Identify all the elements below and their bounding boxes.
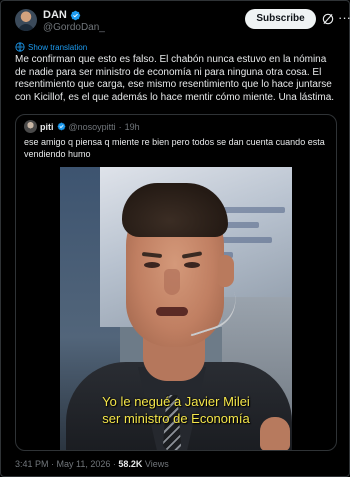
- more-options-button[interactable]: ···: [338, 11, 350, 25]
- author-avatar[interactable]: [15, 9, 37, 31]
- subscribe-button[interactable]: Subscribe: [245, 9, 316, 29]
- video-player[interactable]: Yo le negué a Javier Milei ser ministro …: [60, 167, 292, 450]
- author-handle[interactable]: @GordoDan_: [43, 22, 105, 34]
- person-eye-right: [184, 262, 200, 268]
- person-hair: [122, 183, 228, 237]
- video-caption-line-2: ser ministro de Economía: [102, 411, 250, 426]
- tweet-footer: 3:41 PM · May 11, 2026 · 58.2K Views: [15, 459, 169, 469]
- author-name-row: DAN: [43, 9, 105, 21]
- tweet-header: DAN @GordoDan_ Subscribe ···: [15, 9, 350, 39]
- quoted-author-avatar[interactable]: [24, 120, 37, 133]
- person-ear: [218, 255, 234, 287]
- quoted-verified-badge-icon: [57, 122, 65, 131]
- quoted-tweet[interactable]: piti @nosoypitti · 19h ese amigo q piens…: [15, 114, 337, 451]
- quoted-author-display-name[interactable]: piti: [40, 122, 54, 132]
- verified-badge-icon: [70, 10, 81, 20]
- person-nose: [164, 269, 180, 295]
- video-caption-line-1: Yo le negué a Javier Milei: [102, 394, 250, 409]
- tweet-timestamp[interactable]: 3:41 PM · May 11, 2026 ·: [15, 459, 118, 469]
- author-names: DAN @GordoDan_: [43, 9, 105, 34]
- quoted-tweet-header: piti @nosoypitti · 19h: [24, 120, 140, 133]
- person-eye-left: [144, 262, 160, 268]
- views-label: Views: [142, 459, 169, 469]
- quoted-timestamp[interactable]: 19h: [125, 122, 140, 132]
- author-display-name[interactable]: DAN: [43, 9, 67, 21]
- tweet-text: Me confirman que esto es falso. El chabó…: [15, 54, 335, 103]
- quoted-tweet-text: ese amigo q piensa q miente re bien pero…: [24, 137, 325, 159]
- quoted-author-handle[interactable]: @nosoypitti: [69, 122, 116, 132]
- quoted-separator: ·: [118, 121, 122, 132]
- show-translation-label: Show translation: [28, 42, 88, 52]
- show-translation-link[interactable]: Show translation: [15, 42, 87, 52]
- tweet-card: DAN @GordoDan_ Subscribe ··· Show transl…: [0, 0, 350, 477]
- translate-icon: [15, 42, 25, 52]
- video-caption: Yo le negué a Javier Milei ser ministro …: [60, 393, 292, 427]
- views-count: 58.2K: [118, 459, 143, 469]
- grok-icon[interactable]: [321, 12, 335, 26]
